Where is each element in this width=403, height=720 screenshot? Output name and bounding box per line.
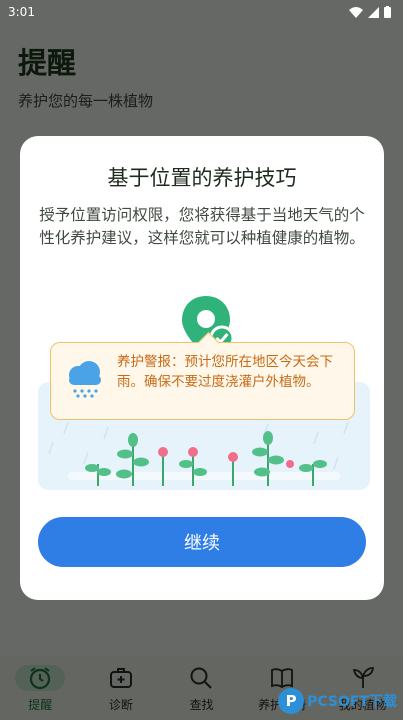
- status-bar: 3:01: [0, 0, 403, 24]
- nav-label-diagnose: 诊断: [108, 698, 133, 712]
- medical-kit-icon: [108, 665, 134, 691]
- battery-icon: [384, 6, 391, 18]
- search-icon: [188, 665, 214, 691]
- weather-illustration: 养护警报：预计您所在地区今天会下雨。确保不要过度浇灌户外植物。: [38, 294, 370, 494]
- alarm-clock-icon: [15, 665, 66, 691]
- location-permission-dialog: 基于位置的养护技巧 授予位置访问权限，您将获得基于当地天气的个性化养护建议，这样…: [20, 136, 384, 600]
- continue-button[interactable]: 继续: [38, 517, 366, 567]
- wifi-icon: [349, 6, 363, 18]
- nav-item-reminders[interactable]: 提醒: [4, 665, 76, 713]
- watermark: P PCSOFT下载: [278, 688, 397, 714]
- page-title: 提醒: [18, 46, 77, 80]
- nav-label-reminders: 提醒: [28, 698, 53, 712]
- watermark-logo-icon: P: [278, 688, 305, 714]
- signal-icon: [368, 6, 379, 18]
- nav-label-search: 查找: [189, 698, 214, 712]
- watermark-text: PCSOFT下载: [307, 694, 397, 710]
- dialog-title: 基于位置的养护技巧: [107, 166, 297, 190]
- rain-cloud-icon: [69, 361, 101, 398]
- care-alert-card: 养护警报：预计您所在地区今天会下雨。确保不要过度浇灌户外植物。: [50, 331, 355, 420]
- app-header: 提醒 养护您的每一株植物: [18, 40, 153, 111]
- nav-item-diagnose[interactable]: 诊断: [85, 665, 157, 713]
- nav-item-search[interactable]: 查找: [165, 665, 237, 713]
- page-subtitle: 养护您的每一株植物: [18, 92, 154, 110]
- care-alert-text: 养护警报：预计您所在地区今天会下雨。确保不要过度浇灌户外植物。: [117, 354, 333, 390]
- plants-row-illustration: [85, 431, 327, 486]
- dialog-body-text: 授予位置访问权限，您将获得基于当地天气的个性化养护建议，这样您就可以种植健康的植…: [39, 206, 365, 247]
- status-time: 3:01: [8, 5, 35, 19]
- status-icons: [349, 6, 391, 18]
